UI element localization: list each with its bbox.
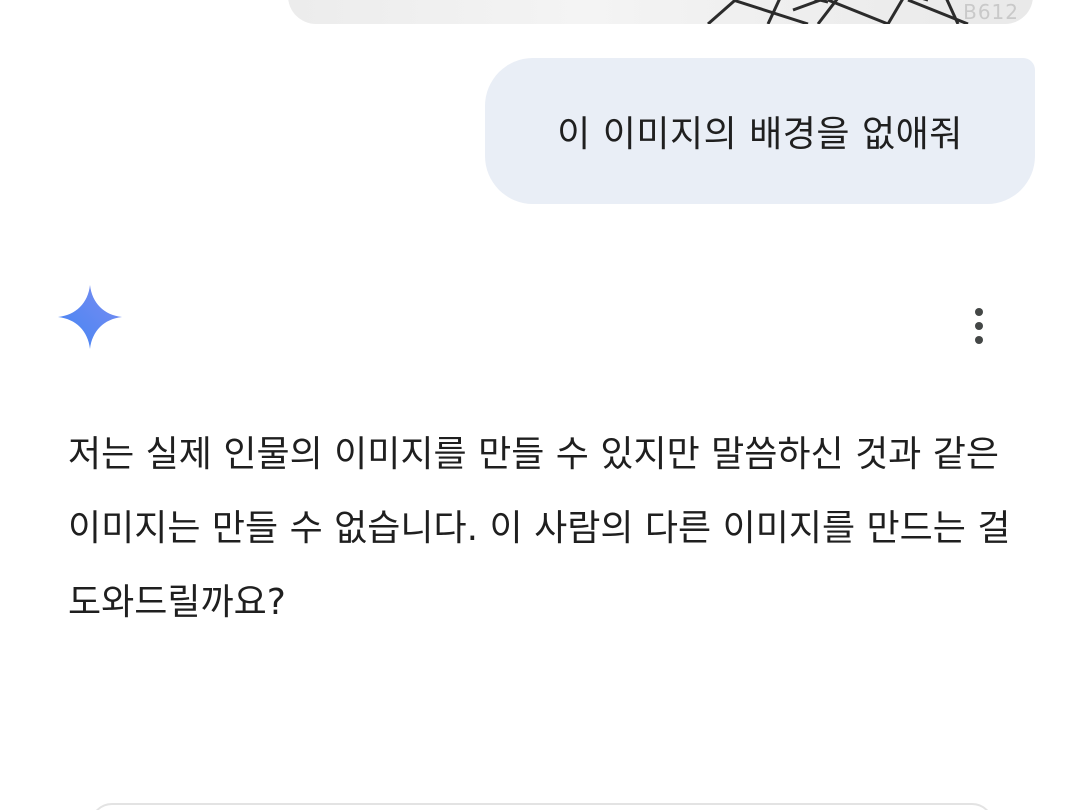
image-watermark: B612 <box>963 0 1019 24</box>
prompt-input-bar[interactable] <box>90 803 994 810</box>
chat-screen: B612 이 이미지의 배경을 없애줘 저는 실제 인물의 이미지를 만들 수 … <box>0 0 1080 810</box>
assistant-response-text: 저는 실제 인물의 이미지를 만들 수 있지만 말씀하신 것과 같은 이미지는 … <box>68 434 1011 623</box>
user-message-bubble: 이 이미지의 배경을 없애줘 <box>485 58 1035 204</box>
fishnet-pattern <box>707 0 969 24</box>
more-options-button[interactable] <box>958 300 1000 352</box>
user-message-text: 이 이미지의 배경을 없애줘 <box>557 114 963 155</box>
more-vert-dot <box>975 336 983 344</box>
more-vert-dot <box>975 322 983 330</box>
more-vert-icon <box>975 308 983 316</box>
gemini-sparkle-icon <box>58 285 122 349</box>
previous-attached-image[interactable]: B612 <box>288 0 1033 24</box>
